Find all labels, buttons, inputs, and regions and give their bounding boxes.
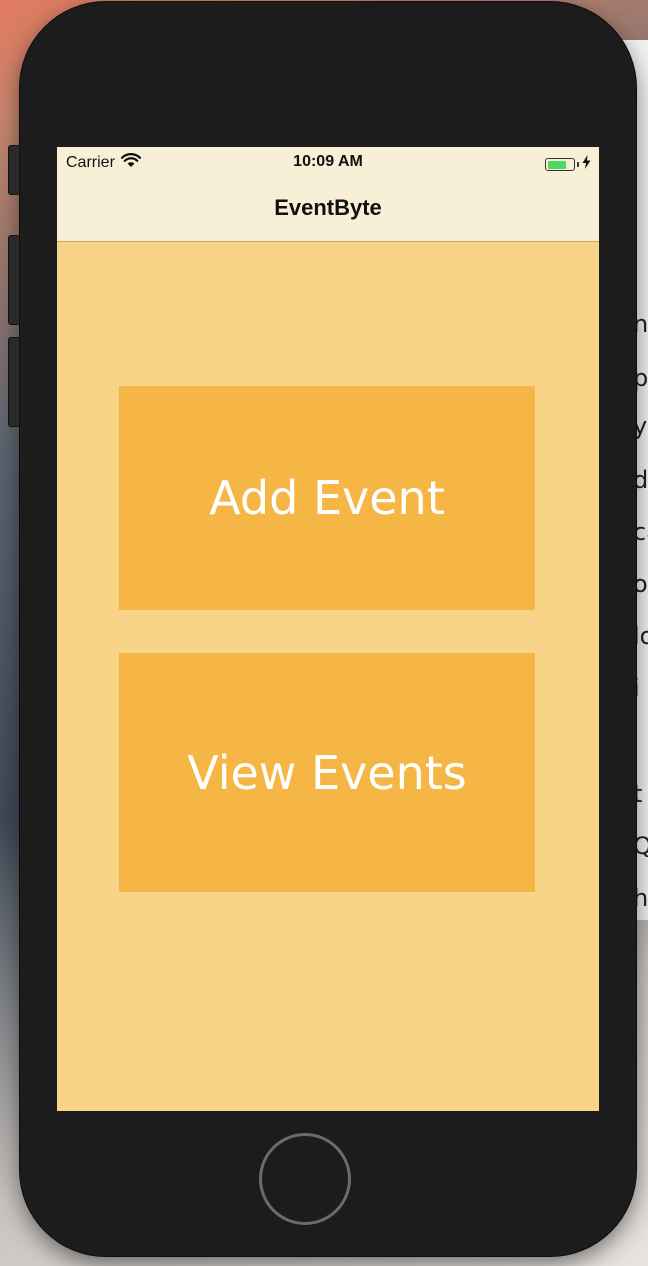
status-time: 10:09 AM (293, 153, 363, 170)
mute-switch (8, 145, 20, 195)
battery-tip (577, 162, 579, 167)
device-frame: Carrier 10:09 AM EventByte Add Event Vie… (8, 2, 636, 1256)
battery-icon (545, 158, 575, 171)
battery-indicator (545, 155, 591, 174)
charging-bolt-icon (582, 155, 591, 174)
app-screen: Carrier 10:09 AM EventByte Add Event Vie… (57, 147, 599, 1111)
navigation-bar: EventByte (57, 177, 599, 242)
add-event-button[interactable]: Add Event (119, 386, 535, 610)
volume-down-button (8, 337, 20, 427)
nav-title: EventByte (274, 195, 382, 220)
battery-level-fill (547, 160, 567, 169)
status-bar: Carrier 10:09 AM (57, 147, 599, 177)
view-events-button[interactable]: View Events (119, 653, 535, 892)
volume-up-button (8, 235, 20, 325)
home-button[interactable] (259, 1133, 351, 1225)
